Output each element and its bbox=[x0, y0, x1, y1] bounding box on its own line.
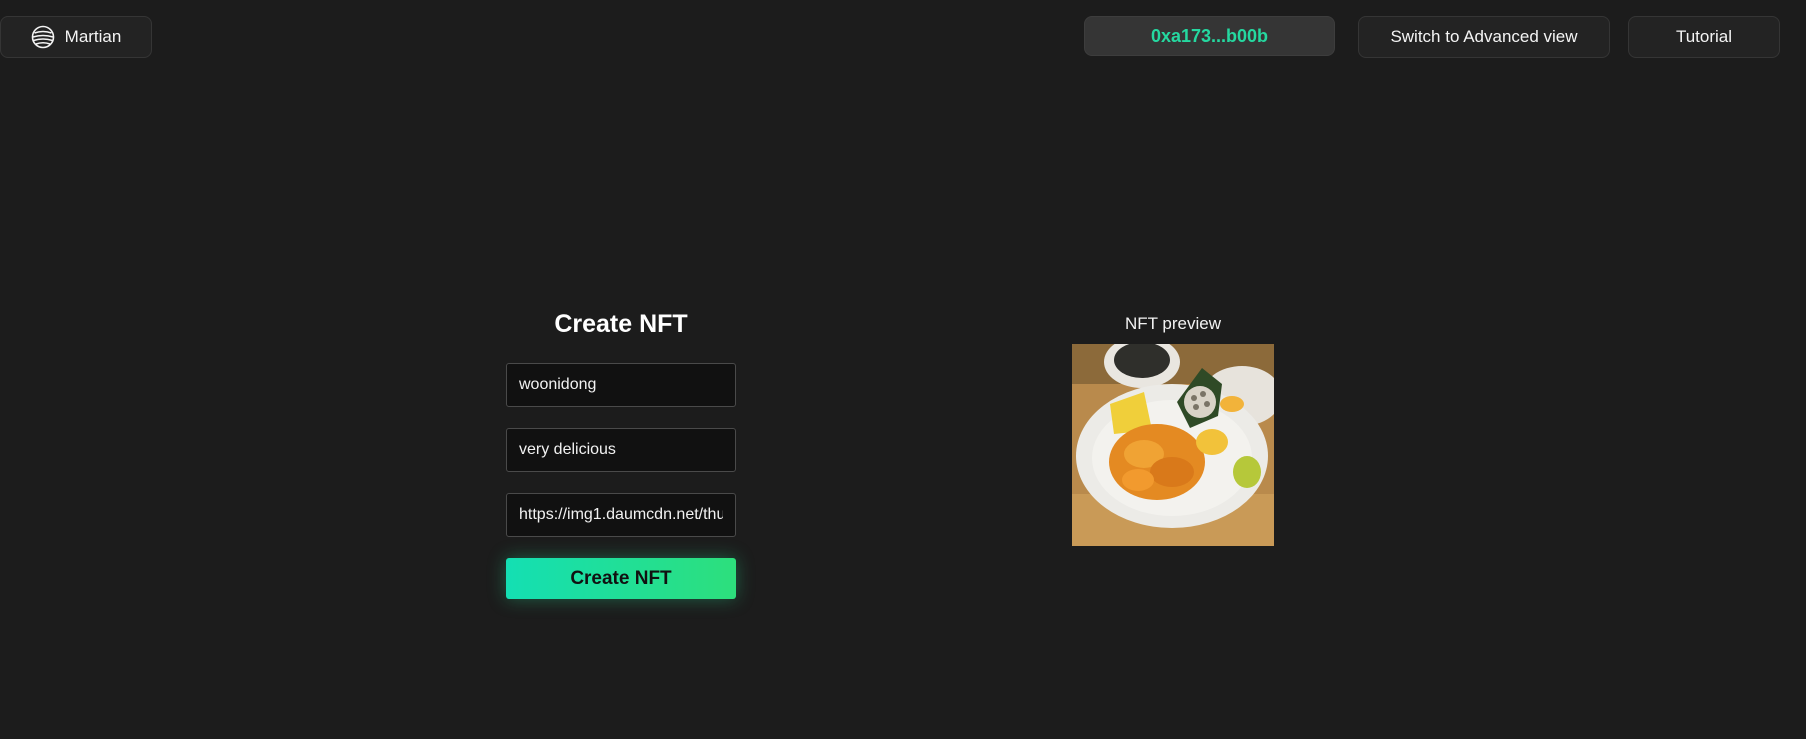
martian-wallet-button[interactable]: Martian bbox=[0, 16, 152, 58]
martian-logo-icon bbox=[31, 25, 55, 49]
form-title: Create NFT bbox=[554, 310, 688, 338]
nft-preview-label: NFT preview bbox=[1124, 314, 1222, 333]
advanced-view-label: Switch to Advanced view bbox=[1390, 27, 1578, 46]
tutorial-button[interactable]: Tutorial bbox=[1628, 16, 1780, 58]
nft-image-url-input[interactable] bbox=[506, 493, 736, 537]
switch-advanced-view-button[interactable]: Switch to Advanced view bbox=[1358, 16, 1610, 58]
nft-name-input[interactable] bbox=[506, 363, 736, 407]
wallet-address-button[interactable]: 0xa173...b00b bbox=[1084, 16, 1335, 56]
nft-preview-image bbox=[1072, 344, 1274, 546]
brand-label: Martian bbox=[64, 27, 122, 46]
tutorial-label: Tutorial bbox=[1675, 27, 1733, 46]
create-nft-button[interactable]: Create NFT bbox=[506, 558, 736, 599]
nft-description-input[interactable] bbox=[506, 428, 736, 472]
wallet-address-text: 0xa173...b00b bbox=[1150, 25, 1269, 46]
